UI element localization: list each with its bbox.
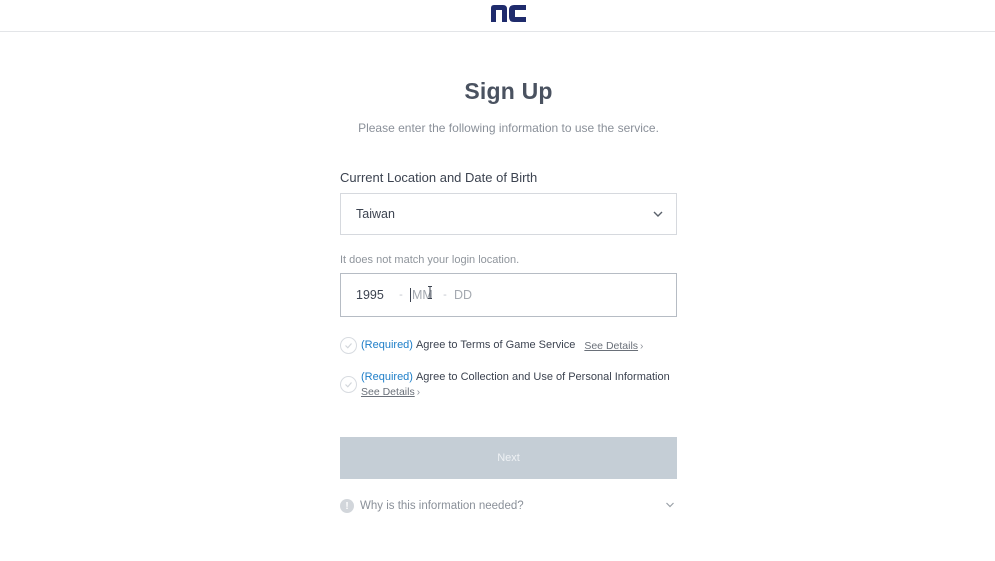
location-mismatch-hint: It does not match your login location. (340, 254, 520, 266)
checkmark-icon (345, 382, 352, 388)
date-separator: - (399, 289, 403, 301)
info-icon: ! (340, 499, 354, 513)
required-tag: (Required) (361, 339, 413, 351)
agree-terms-text: (Required) Agree to Terms of Game Service (361, 339, 575, 351)
see-details-label[interactable]: See Details (584, 340, 638, 352)
text-cursor-icon (428, 286, 432, 299)
agree-terms-label: Agree to Terms of Game Service (415, 339, 576, 351)
birthdate-field[interactable]: 1995 - MM - DD (340, 273, 677, 317)
page-title: Sign Up (464, 78, 553, 104)
page-subtitle: Please enter the following information t… (358, 121, 659, 135)
birth-day-input[interactable]: DD (454, 288, 484, 302)
why-info-label: Why is this information needed? (360, 500, 524, 512)
location-select[interactable]: Taiwan (340, 193, 677, 235)
chevron-down-icon (653, 211, 663, 217)
chevron-down-icon (666, 502, 674, 508)
see-details-label[interactable]: See Details (361, 386, 415, 398)
location-birth-label: Current Location and Date of Birth (340, 170, 538, 185)
nc-logo[interactable] (490, 4, 527, 23)
terms-details-link[interactable]: See Details › (584, 340, 643, 352)
birth-year-input[interactable]: 1995 (356, 288, 392, 302)
next-button[interactable]: Next (340, 437, 677, 479)
birth-month-input[interactable]: MM (410, 288, 436, 302)
chevron-right-icon: › (416, 387, 421, 398)
date-separator: - (443, 289, 447, 301)
agree-terms-row: (Required) Agree to Terms of Game Service… (340, 337, 643, 354)
agree-privacy-text: (Required) Agree to Collection and Use of… (361, 371, 670, 398)
why-info-toggle[interactable]: ! Why is this information needed? (340, 497, 677, 515)
agree-privacy-label: Agree to Collection and Use of Personal … (415, 371, 670, 383)
agree-privacy-checkbox[interactable] (340, 376, 357, 393)
agree-terms-checkbox[interactable] (340, 337, 357, 354)
checkmark-icon (345, 343, 352, 349)
privacy-details-link[interactable]: See Details › (361, 386, 670, 398)
required-tag: (Required) (361, 371, 413, 383)
agree-privacy-row: (Required) Agree to Collection and Use of… (340, 369, 670, 398)
chevron-right-icon: › (640, 341, 644, 352)
top-bar (0, 0, 995, 32)
location-value: Taiwan (356, 207, 395, 221)
